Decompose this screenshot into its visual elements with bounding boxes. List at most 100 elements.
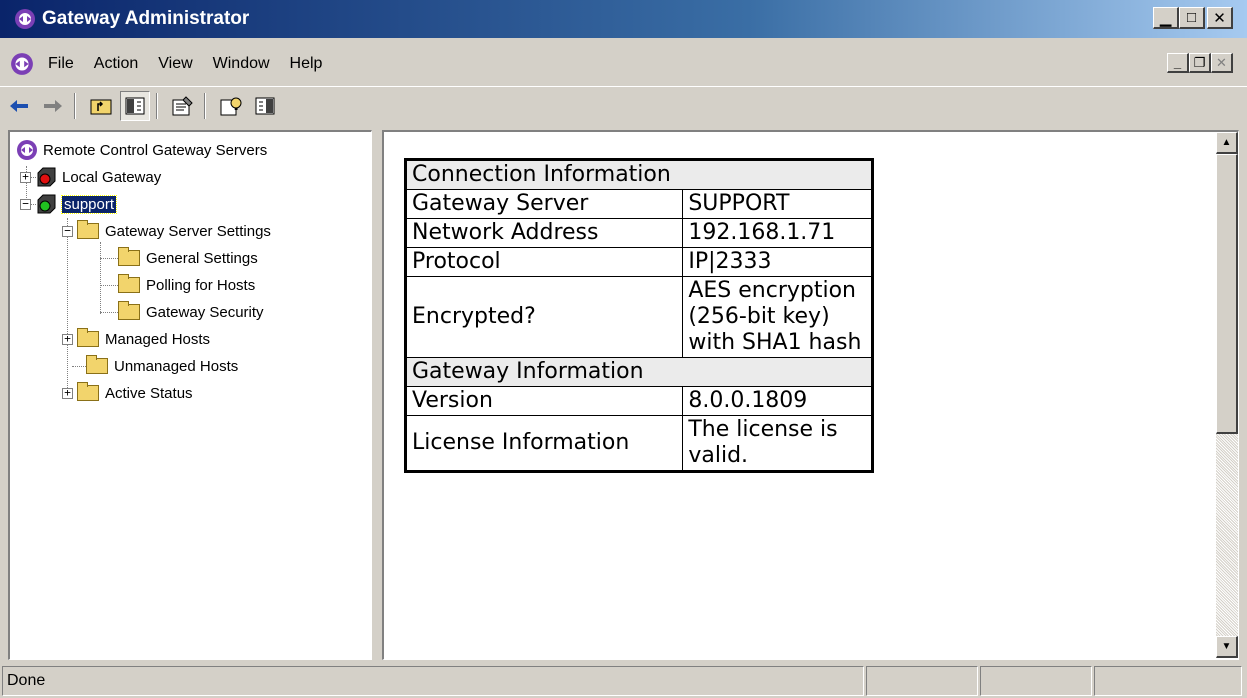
mdi-minimize-button[interactable]: _ bbox=[1167, 53, 1189, 73]
collapse-icon[interactable]: − bbox=[62, 225, 73, 237]
back-button[interactable] bbox=[4, 91, 34, 121]
tree-connector bbox=[67, 218, 68, 394]
expand-icon[interactable]: + bbox=[20, 171, 31, 183]
tree-item-local-gateway[interactable]: + Local Gateway bbox=[20, 165, 161, 189]
tree-item-general-settings[interactable]: General Settings bbox=[118, 246, 258, 270]
tree-item-support[interactable]: − support bbox=[20, 192, 118, 216]
field-label: Protocol bbox=[404, 247, 684, 277]
minimize-icon: _ bbox=[1173, 55, 1182, 70]
tree-item-label: Polling for Hosts bbox=[146, 276, 256, 294]
tree-connector bbox=[100, 312, 118, 313]
title-bar: Gateway Administrator ▁ □ ✕ bbox=[0, 0, 1247, 38]
tree-item-label: Managed Hosts bbox=[105, 330, 211, 348]
help-button[interactable]: ? bbox=[216, 91, 246, 121]
close-button[interactable]: ✕ bbox=[1207, 7, 1233, 29]
folder-icon bbox=[86, 355, 108, 374]
minimize-icon: ▁ bbox=[1159, 9, 1172, 27]
section-header: Connection Information bbox=[405, 159, 873, 190]
folder-icon bbox=[77, 382, 99, 401]
console-tree-pane[interactable]: Remote Control Gateway Servers + Local G… bbox=[8, 130, 372, 660]
tree-connector bbox=[72, 366, 86, 367]
tree-item-unmanaged-hosts[interactable]: Unmanaged Hosts bbox=[86, 354, 238, 378]
collapse-icon[interactable]: − bbox=[20, 198, 31, 210]
scroll-down-button[interactable]: ▼ bbox=[1216, 636, 1238, 658]
properties-icon bbox=[172, 95, 193, 115]
tree-item-label: Gateway Server Settings bbox=[105, 222, 271, 240]
field-value: The license is valid. bbox=[682, 415, 873, 472]
table-row: Gateway Server SUPPORT bbox=[404, 189, 873, 219]
tree-item-managed-hosts[interactable]: + Managed Hosts bbox=[62, 327, 210, 351]
up-folder-icon bbox=[90, 99, 112, 114]
status-panel bbox=[1094, 666, 1242, 696]
server-online-icon bbox=[37, 194, 56, 214]
maximize-icon: □ bbox=[1186, 9, 1197, 26]
menu-action[interactable]: Action bbox=[94, 55, 138, 73]
table-row: License Information The license is valid… bbox=[404, 415, 873, 472]
table-row: Version 8.0.0.1809 bbox=[404, 386, 873, 416]
tree-root[interactable]: Remote Control Gateway Servers bbox=[16, 138, 267, 162]
tree-item-label: support bbox=[60, 194, 118, 214]
folder-icon bbox=[118, 247, 140, 266]
tree-item-label: Local Gateway bbox=[62, 168, 162, 186]
field-value: AES encryption (256-bit key) with SHA1 h… bbox=[682, 276, 873, 358]
expand-icon[interactable]: + bbox=[62, 387, 73, 399]
tree-item-gateway-server-settings[interactable]: − Gateway Server Settings bbox=[62, 219, 271, 243]
menu-window[interactable]: Window bbox=[213, 55, 270, 73]
show-description-icon bbox=[255, 97, 275, 114]
system-menu-icon[interactable] bbox=[10, 52, 34, 76]
properties-button[interactable] bbox=[168, 91, 198, 121]
tree-connector bbox=[100, 285, 118, 286]
close-icon: ✕ bbox=[1213, 9, 1226, 27]
toolbar-separator bbox=[74, 92, 76, 119]
table-row: Connection Information bbox=[405, 159, 873, 190]
field-label: Encrypted? bbox=[404, 276, 684, 358]
field-value: SUPPORT bbox=[682, 189, 873, 219]
tree-item-label: Active Status bbox=[105, 384, 193, 402]
folder-icon bbox=[77, 220, 99, 239]
connection-info-table: Connection Information Gateway Server SU… bbox=[404, 158, 874, 473]
maximize-button[interactable]: □ bbox=[1179, 7, 1205, 29]
close-icon: ✕ bbox=[1216, 54, 1227, 70]
scroll-thumb[interactable] bbox=[1216, 154, 1238, 434]
scroll-up-button[interactable]: ▲ bbox=[1216, 132, 1238, 154]
menu-file[interactable]: File bbox=[48, 55, 74, 73]
minimize-button[interactable]: ▁ bbox=[1153, 7, 1179, 29]
folder-icon bbox=[118, 274, 140, 293]
tree-item-active-status[interactable]: + Active Status bbox=[62, 381, 193, 405]
table-row: Protocol IP|2333 bbox=[404, 247, 873, 277]
forward-arrow-icon bbox=[44, 99, 62, 112]
window-title: Gateway Administrator bbox=[42, 8, 250, 29]
tree-item-gateway-security[interactable]: Gateway Security bbox=[118, 300, 264, 324]
up-one-level-button[interactable] bbox=[86, 91, 116, 121]
gateway-servers-icon bbox=[17, 140, 37, 160]
menu-help[interactable]: Help bbox=[290, 55, 323, 73]
tree-connector bbox=[100, 258, 118, 259]
field-value: 8.0.0.1809 bbox=[682, 386, 873, 416]
toolbar-separator bbox=[156, 92, 158, 119]
restore-icon: ❐ bbox=[1193, 54, 1206, 70]
folder-icon bbox=[118, 301, 140, 320]
gateway-app-icon bbox=[15, 9, 35, 29]
field-value: 192.168.1.71 bbox=[682, 218, 873, 248]
field-label: Gateway Server bbox=[404, 189, 684, 219]
mdi-restore-button[interactable]: ❐ bbox=[1189, 53, 1211, 73]
status-panel bbox=[866, 666, 978, 696]
show-tree-icon bbox=[125, 97, 145, 114]
table-row: Network Address 192.168.1.71 bbox=[404, 218, 873, 248]
menu-view[interactable]: View bbox=[158, 55, 192, 73]
show-description-button[interactable] bbox=[250, 91, 280, 121]
field-label: Network Address bbox=[404, 218, 684, 248]
tree-item-polling-for-hosts[interactable]: Polling for Hosts bbox=[118, 273, 255, 297]
menu-bar: File Action View Window Help _ ❐ ✕ bbox=[0, 44, 1247, 84]
tree-connector bbox=[100, 242, 101, 314]
details-pane: Connection Information Gateway Server SU… bbox=[382, 130, 1239, 660]
mdi-close-button[interactable]: ✕ bbox=[1211, 53, 1233, 73]
expand-icon[interactable]: + bbox=[62, 333, 73, 345]
tree-item-label: Unmanaged Hosts bbox=[114, 357, 239, 375]
folder-icon bbox=[77, 328, 99, 347]
vertical-scrollbar[interactable]: ▲ ▼ bbox=[1216, 132, 1238, 658]
show-tree-button[interactable] bbox=[120, 90, 150, 121]
server-offline-icon bbox=[37, 167, 56, 187]
forward-button[interactable] bbox=[38, 91, 68, 121]
arrow-up-icon: ▲ bbox=[1221, 137, 1232, 148]
